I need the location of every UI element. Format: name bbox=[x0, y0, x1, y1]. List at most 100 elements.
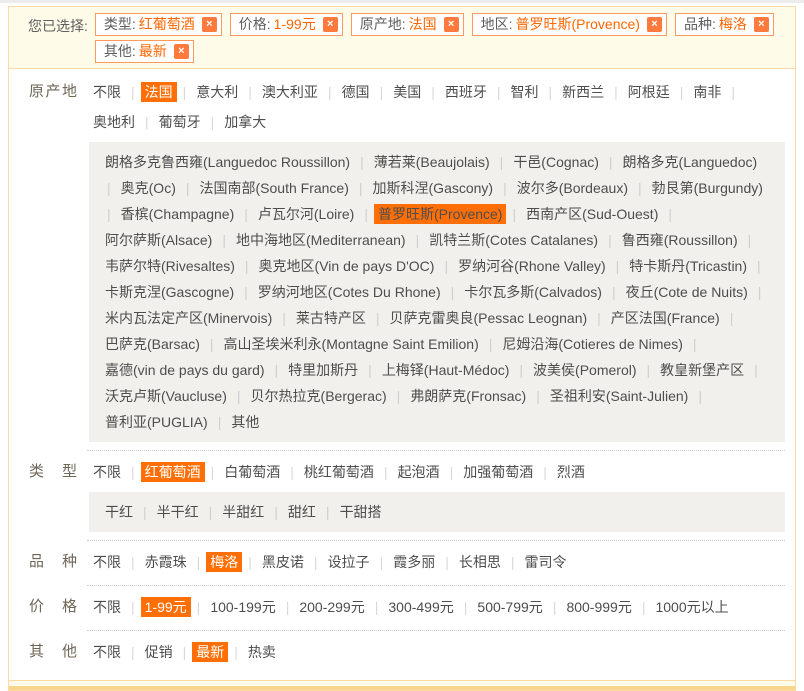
filter-option[interactable]: 罗纳河谷(Rhone Valley) bbox=[454, 256, 610, 276]
filter-option[interactable]: 奥克地区(Vin de pays D'OC) bbox=[255, 256, 439, 276]
remove-tag-icon[interactable]: × bbox=[647, 17, 662, 32]
filter-option[interactable]: 起泡酒 bbox=[394, 462, 444, 482]
filter-option[interactable]: 巴萨克(Barsac) bbox=[101, 334, 204, 354]
filter-option[interactable]: 弗朗萨克(Fronsac) bbox=[406, 386, 530, 406]
filter-option[interactable]: 韦萨尔特(Rivesaltes) bbox=[101, 256, 239, 276]
filter-option[interactable]: 不限 bbox=[89, 462, 125, 482]
filter-option[interactable]: 阿根廷 bbox=[624, 82, 674, 102]
filter-option[interactable]: 美国 bbox=[389, 82, 425, 102]
filter-option[interactable]: 100-199元 bbox=[206, 597, 279, 617]
filter-option[interactable]: 夜丘(Cote de Nuits) bbox=[622, 282, 752, 302]
filter-option[interactable]: 嘉德(vin de pays du gard) bbox=[101, 360, 269, 380]
filter-option[interactable]: 卡斯克涅(Gascogne) bbox=[101, 282, 238, 302]
remove-tag-icon[interactable]: × bbox=[444, 17, 459, 32]
filter-option[interactable]: 500-799元 bbox=[473, 597, 546, 617]
filter-option[interactable]: 香槟(Champagne) bbox=[117, 204, 239, 224]
filter-option-selected[interactable]: 红葡萄酒 bbox=[141, 462, 205, 482]
filter-option[interactable]: 加斯科涅(Gascony) bbox=[369, 178, 498, 198]
filter-option[interactable]: 奥克(Oc) bbox=[117, 178, 180, 198]
filter-option[interactable]: 白葡萄酒 bbox=[220, 462, 284, 482]
filter-option[interactable]: 产区法国(France) bbox=[607, 308, 724, 328]
filter-option[interactable]: 甜红 bbox=[284, 502, 320, 522]
filter-option[interactable]: 干甜搭 bbox=[336, 502, 386, 522]
filter-option[interactable]: 尼姆沿海(Cotieres de Nimes) bbox=[498, 334, 686, 354]
filter-option-selected[interactable]: 法国 bbox=[141, 82, 177, 102]
filter-option[interactable]: 罗纳河地区(Cotes Du Rhone) bbox=[254, 282, 445, 302]
filter-option[interactable]: 朗格多克鲁西雍(Languedoc Roussillon) bbox=[101, 152, 354, 172]
filter-option-selected[interactable]: 梅洛 bbox=[206, 552, 242, 572]
filter-option[interactable]: 不限 bbox=[89, 642, 125, 662]
filter-option[interactable]: 西班牙 bbox=[441, 82, 491, 102]
filter-option[interactable]: 阿尔萨斯(Alsace) bbox=[101, 230, 216, 250]
filter-option[interactable]: 澳大利亚 bbox=[258, 82, 322, 102]
filter-option[interactable]: 不限 bbox=[89, 597, 125, 617]
remove-tag-icon[interactable]: × bbox=[202, 17, 217, 32]
remove-tag-icon[interactable]: × bbox=[754, 17, 769, 32]
filter-option[interactable]: 特卡斯丹(Tricastin) bbox=[625, 256, 751, 276]
filter-option[interactable]: 教皇新堡产区 bbox=[656, 360, 748, 380]
filter-option[interactable]: 圣祖利安(Saint-Julien) bbox=[546, 386, 692, 406]
filter-option[interactable]: 干邑(Cognac) bbox=[509, 152, 603, 172]
filter-option[interactable]: 西南产区(Sud-Ouest) bbox=[522, 204, 662, 224]
filter-option[interactable]: 南非 bbox=[689, 82, 725, 102]
filter-option[interactable]: 意大利 bbox=[192, 82, 242, 102]
filter-option[interactable]: 薄若莱(Beaujolais) bbox=[370, 152, 494, 172]
filter-option[interactable]: 300-499元 bbox=[384, 597, 457, 617]
filter-option[interactable]: 促销 bbox=[141, 642, 177, 662]
filter-option-selected[interactable]: 普罗旺斯(Provence) bbox=[374, 204, 506, 224]
filter-option[interactable]: 奥地利 bbox=[89, 112, 139, 132]
filter-option[interactable]: 智利 bbox=[506, 82, 542, 102]
filter-option[interactable]: 不限 bbox=[89, 82, 125, 102]
filter-option[interactable]: 卢瓦尔河(Loire) bbox=[254, 204, 358, 224]
filter-option[interactable]: 热卖 bbox=[244, 642, 280, 662]
selected-tag[interactable]: 其他:最新× bbox=[95, 40, 194, 63]
filter-option[interactable]: 200-299元 bbox=[295, 597, 368, 617]
filter-option[interactable]: 其他 bbox=[227, 412, 263, 432]
filter-option[interactable]: 勃艮第(Burgundy) bbox=[648, 178, 767, 198]
filter-option[interactable]: 米内瓦法定产区(Minervois) bbox=[101, 308, 276, 328]
filter-option[interactable]: 特里加斯丹 bbox=[284, 360, 362, 380]
filter-option[interactable]: 贝萨克雷奥良(Pessac Leognan) bbox=[386, 308, 592, 328]
filter-option-selected[interactable]: 1-99元 bbox=[141, 597, 191, 617]
filter-option[interactable]: 加强葡萄酒 bbox=[459, 462, 537, 482]
filter-option-selected[interactable]: 最新 bbox=[192, 642, 228, 662]
filter-option[interactable]: 不限 bbox=[89, 552, 125, 572]
filter-option[interactable]: 设拉子 bbox=[324, 552, 374, 572]
filter-option[interactable]: 高山圣埃米利永(Montagne Saint Emilion) bbox=[220, 334, 483, 354]
selected-tag[interactable]: 价格:1-99元× bbox=[230, 13, 343, 36]
filter-option[interactable]: 莱古特产区 bbox=[292, 308, 370, 328]
filter-option[interactable]: 波美侯(Pomerol) bbox=[529, 360, 640, 380]
filter-option[interactable]: 黑皮诺 bbox=[258, 552, 308, 572]
filter-option[interactable]: 1000元以上 bbox=[651, 597, 732, 617]
filter-option[interactable]: 波尔多(Bordeaux) bbox=[513, 178, 632, 198]
filter-option[interactable]: 卡尔瓦多斯(Calvados) bbox=[460, 282, 606, 302]
filter-option[interactable]: 朗格多克(Languedoc) bbox=[619, 152, 762, 172]
filter-option[interactable]: 赤霞珠 bbox=[141, 552, 191, 572]
filter-option[interactable]: 新西兰 bbox=[558, 82, 608, 102]
filter-option[interactable]: 长相思 bbox=[455, 552, 505, 572]
filter-option[interactable]: 上梅铎(Haut-Médoc) bbox=[378, 360, 514, 380]
filter-option[interactable]: 半甜红 bbox=[218, 502, 268, 522]
filter-option[interactable]: 凯特兰斯(Cotes Catalanes) bbox=[425, 230, 602, 250]
filter-option[interactable]: 鲁西雍(Roussillon) bbox=[618, 230, 742, 250]
filter-option[interactable]: 地中海地区(Mediterranean) bbox=[232, 230, 410, 250]
filter-option[interactable]: 霞多丽 bbox=[389, 552, 439, 572]
selected-tag[interactable]: 品种:梅洛× bbox=[675, 13, 774, 36]
filter-option[interactable]: 加拿大 bbox=[220, 112, 270, 132]
remove-tag-icon[interactable]: × bbox=[323, 17, 338, 32]
filter-option[interactable]: 葡萄牙 bbox=[155, 112, 205, 132]
filter-option[interactable]: 桃红葡萄酒 bbox=[300, 462, 378, 482]
selected-tag[interactable]: 类型:红葡萄酒× bbox=[95, 13, 222, 36]
filter-option[interactable]: 贝尔热拉克(Bergerac) bbox=[247, 386, 391, 406]
filter-option[interactable]: 半干红 bbox=[153, 502, 203, 522]
remove-tag-icon[interactable]: × bbox=[174, 44, 189, 59]
filter-option[interactable]: 干红 bbox=[101, 502, 137, 522]
filter-option[interactable]: 雷司令 bbox=[520, 552, 570, 572]
filter-option[interactable]: 法国南部(South France) bbox=[196, 178, 353, 198]
filter-option[interactable]: 普利亚(PUGLIA) bbox=[101, 412, 212, 432]
filter-option[interactable]: 沃克卢斯(Vaucluse) bbox=[101, 386, 231, 406]
selected-tag[interactable]: 原产地:法国× bbox=[351, 13, 464, 36]
filter-option[interactable]: 烈酒 bbox=[553, 462, 589, 482]
selected-tag[interactable]: 地区:普罗旺斯(Provence)× bbox=[472, 13, 667, 36]
filter-option[interactable]: 德国 bbox=[338, 82, 374, 102]
